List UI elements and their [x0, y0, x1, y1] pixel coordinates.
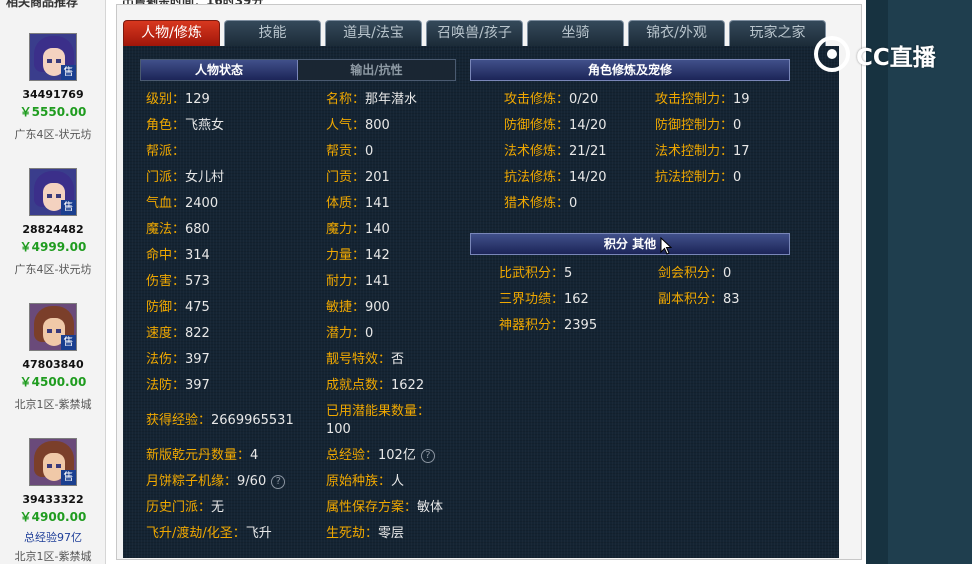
listing-id: 47803840 [22, 358, 84, 371]
stat-ascension: 飞升/渡劫/化圣：飞升 [146, 526, 272, 541]
tab-skills[interactable]: 技能 [224, 20, 321, 46]
stat-defense: 防御：475 [146, 300, 210, 315]
points-section-header: 积分 其他 [470, 233, 790, 255]
listing-server: 北京1区-紫禁城 [14, 550, 92, 563]
right-background-strip [866, 0, 972, 564]
stat-potential: 潜力：0 [326, 326, 374, 341]
stat-resist-control: 抗法控制力：0 [655, 170, 742, 185]
sell-badge: 售 [61, 200, 76, 215]
listing-server: 北京1区-紫禁城 [14, 398, 92, 411]
stat-defense-cultivation: 防御修炼：14/20 [504, 118, 607, 133]
listing-item[interactable]: 售 28824482 ￥4999.00 广东4区-状元坊 [0, 168, 105, 277]
stat-level: 级别：129 [146, 92, 210, 107]
stat-original-race: 原始种族：人 [326, 474, 405, 489]
subtab-character-status[interactable]: 人物状态 [141, 60, 298, 80]
cultivation-section-header: 角色修炼及宠修 [470, 59, 790, 81]
stat-attack-cultivation: 攻击修炼：0/20 [504, 92, 599, 107]
stat-history-school: 历史门派：无 [146, 500, 225, 515]
tab-items-treasures[interactable]: 道具/法宝 [325, 20, 422, 46]
stat-mooncake-chance: 月饼粽子机缘：9/60? [146, 474, 286, 490]
stat-role: 角色：飞燕女 [146, 118, 225, 133]
tab-outfits[interactable]: 锦衣/外观 [628, 20, 725, 46]
stat-defense-control: 防御控制力：0 [655, 118, 742, 133]
listing-price: ￥4900.00 [19, 510, 87, 524]
stat-guild-contribution: 帮贡：0 [326, 144, 374, 159]
listing-server: 广东4区-状元坊 [14, 263, 92, 276]
sell-badge: 售 [61, 470, 76, 485]
listing-server: 广东4区-状元坊 [14, 128, 92, 141]
stat-popularity: 人气：800 [326, 118, 390, 133]
help-icon[interactable]: ? [271, 474, 286, 489]
stat-speed: 速度：822 [146, 326, 210, 341]
stat-merit: 三界功绩：162 [499, 292, 589, 307]
subtab-output-resistance[interactable]: 输出/抗性 [298, 60, 455, 80]
help-icon[interactable]: ? [420, 448, 435, 463]
stat-magic-control: 法术控制力：17 [655, 144, 750, 159]
stat-agility: 敏捷：900 [326, 300, 390, 315]
listing-total-exp: 总经验97亿 [24, 531, 82, 544]
character-avatar[interactable]: 售 [29, 303, 77, 351]
stat-artifact-points: 神器积分：2395 [499, 318, 598, 333]
cc-live-watermark: CC直播 [814, 34, 964, 74]
listing-id: 39433322 [22, 493, 84, 506]
stat-total-experience: 总经验：102亿? [326, 448, 435, 464]
character-avatar[interactable]: 售 [29, 438, 77, 486]
stat-magic-cultivation: 法术修炼：21/21 [504, 144, 607, 159]
status-subtab-bar: 人物状态 输出/抗性 [140, 59, 456, 81]
stat-school-contribution: 门贡：201 [326, 170, 390, 185]
stat-attack-control: 攻击控制力：19 [655, 92, 750, 107]
stat-mp: 魔法：680 [146, 222, 210, 237]
stat-resist-cultivation: 抗法修炼：14/20 [504, 170, 607, 185]
stat-damage: 伤害：573 [146, 274, 210, 289]
stat-hp: 气血：2400 [146, 196, 219, 211]
watermark-text: CC直播 [856, 45, 936, 71]
stat-pvp-points: 比武积分：5 [499, 266, 573, 281]
stat-strength: 力量：142 [326, 248, 390, 263]
listing-price: ￥4500.00 [19, 375, 87, 389]
stat-qianyuan-dan: 新版乾元丹数量：4 [146, 448, 259, 463]
stat-magic-power: 魔力：140 [326, 222, 390, 237]
stat-hit: 命中：314 [146, 248, 210, 263]
character-avatar[interactable]: 售 [29, 33, 77, 81]
listing-id: 34491769 [22, 88, 84, 101]
stat-life-tribulation: 生死劫：零层 [326, 526, 405, 541]
stat-sword-points: 剑会积分：0 [658, 266, 732, 281]
character-avatar[interactable]: 售 [29, 168, 77, 216]
tab-bar: 人物/修炼 技能 道具/法宝 召唤兽/孩子 坐骑 锦衣/外观 玩家之家 [123, 20, 839, 46]
stat-attribute-scheme: 属性保存方案：敏体 [326, 500, 444, 515]
stat-dungeon-points: 副本积分：83 [658, 292, 740, 307]
listing-id: 28824482 [22, 223, 84, 236]
listing-price: ￥5550.00 [19, 105, 87, 119]
tab-player-home[interactable]: 玩家之家 [729, 20, 826, 46]
sell-badge: 售 [61, 335, 76, 350]
tab-character-cultivation[interactable]: 人物/修炼 [123, 20, 220, 46]
stat-potion-used: 已用潜能果数量： [326, 404, 431, 419]
stat-magic-defense: 法防：397 [146, 378, 210, 393]
stat-experience: 获得经验：2669965531 [146, 413, 294, 428]
stat-school: 门派：女儿村 [146, 170, 225, 185]
character-panel: 人物状态 输出/抗性 级别：129 角色：飞燕女 帮派： 门派：女儿村 气血：2… [123, 46, 839, 558]
stat-guild: 帮派： [146, 144, 186, 159]
stat-special-number: 靓号特效：否 [326, 352, 405, 367]
mouse-cursor-icon [660, 237, 672, 255]
listing-item[interactable]: 售 34491769 ￥5550.00 广东4区-状元坊 [0, 33, 105, 142]
stat-name: 名称：那年潜水 [326, 92, 418, 107]
sell-badge: 售 [61, 65, 76, 80]
stat-magic-damage: 法伤：397 [146, 352, 210, 367]
related-listings-sidebar: 相关商品推荐 售 34491769 ￥5550.00 广东4区-状元坊 售 28… [0, 0, 106, 564]
tab-mounts[interactable]: 坐骑 [527, 20, 624, 46]
tab-pets-children[interactable]: 召唤兽/孩子 [426, 20, 523, 46]
stat-achievement-points: 成就点数：1622 [326, 378, 425, 393]
sidebar-header: 相关商品推荐 [6, 0, 79, 9]
stat-endurance: 耐力：141 [326, 274, 390, 289]
stat-potion-used-value: 100 [326, 422, 351, 437]
listing-item[interactable]: 售 47803840 ￥4500.00 北京1区-紫禁城 [0, 303, 105, 412]
stat-hunt-cultivation: 猎术修炼：0 [504, 196, 578, 211]
listing-price: ￥4999.00 [19, 240, 87, 254]
listing-item[interactable]: 售 39433322 ￥4900.00 总经验97亿 北京1区-紫禁城 [0, 438, 105, 564]
cc-logo-icon [814, 36, 850, 72]
stat-constitution: 体质：141 [326, 196, 390, 211]
